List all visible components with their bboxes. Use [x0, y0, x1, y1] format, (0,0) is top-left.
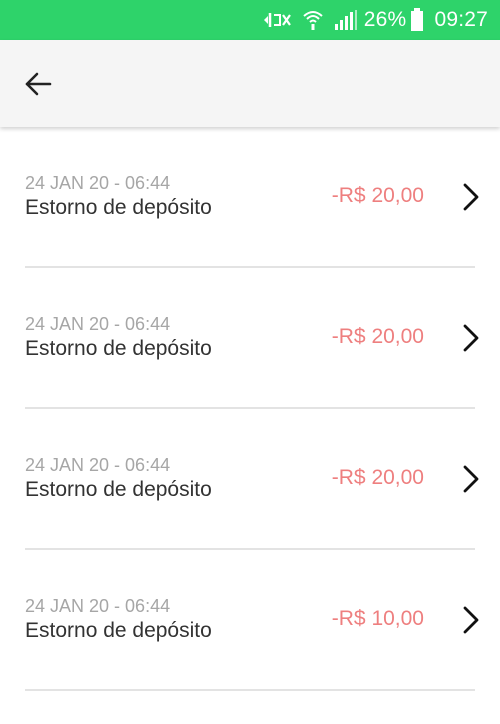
transaction-description: Estorno de depósito	[25, 196, 212, 219]
arrow-left-icon	[25, 72, 52, 96]
transaction-list: 24 JAN 20 - 06:44 Estorno de depósito -R…	[0, 127, 500, 691]
signal-icon	[334, 9, 358, 31]
chevron-right-icon	[460, 182, 482, 212]
transaction-description: Estorno de depósito	[25, 337, 212, 360]
transaction-amount: -R$ 20,00	[331, 184, 424, 207]
list-item[interactable]: 24 JAN 20 - 06:44 Estorno de depósito -R…	[0, 268, 500, 409]
list-item[interactable]: 24 JAN 20 - 06:44 Estorno de depósito -R…	[0, 409, 500, 550]
divider	[25, 689, 475, 691]
wifi-icon	[302, 9, 324, 31]
list-item[interactable]: 24 JAN 20 - 06:44 Estorno de depósito -R…	[0, 127, 500, 268]
status-time: 09:27	[434, 8, 488, 31]
transaction-date: 24 JAN 20 - 06:44	[25, 173, 171, 193]
battery-icon	[410, 8, 424, 32]
back-button[interactable]	[18, 64, 58, 104]
list-item[interactable]: 24 JAN 20 - 06:44 Estorno de depósito -R…	[0, 550, 500, 691]
battery-percent: 26%	[363, 8, 407, 31]
status-bar: 26% 09:27	[0, 0, 500, 40]
chevron-right-icon	[460, 605, 482, 635]
transaction-date: 24 JAN 20 - 06:44	[25, 314, 171, 334]
transaction-description: Estorno de depósito	[25, 478, 212, 501]
transaction-date: 24 JAN 20 - 06:44	[25, 596, 171, 616]
mute-icon	[262, 9, 292, 31]
chevron-right-icon	[460, 323, 482, 353]
transaction-amount: -R$ 10,00	[331, 607, 424, 630]
transaction-amount: -R$ 20,00	[331, 325, 424, 348]
app-bar	[0, 40, 500, 127]
transaction-description: Estorno de depósito	[25, 619, 212, 642]
transaction-amount: -R$ 20,00	[331, 466, 424, 489]
chevron-right-icon	[460, 464, 482, 494]
transaction-date: 24 JAN 20 - 06:44	[25, 455, 171, 475]
